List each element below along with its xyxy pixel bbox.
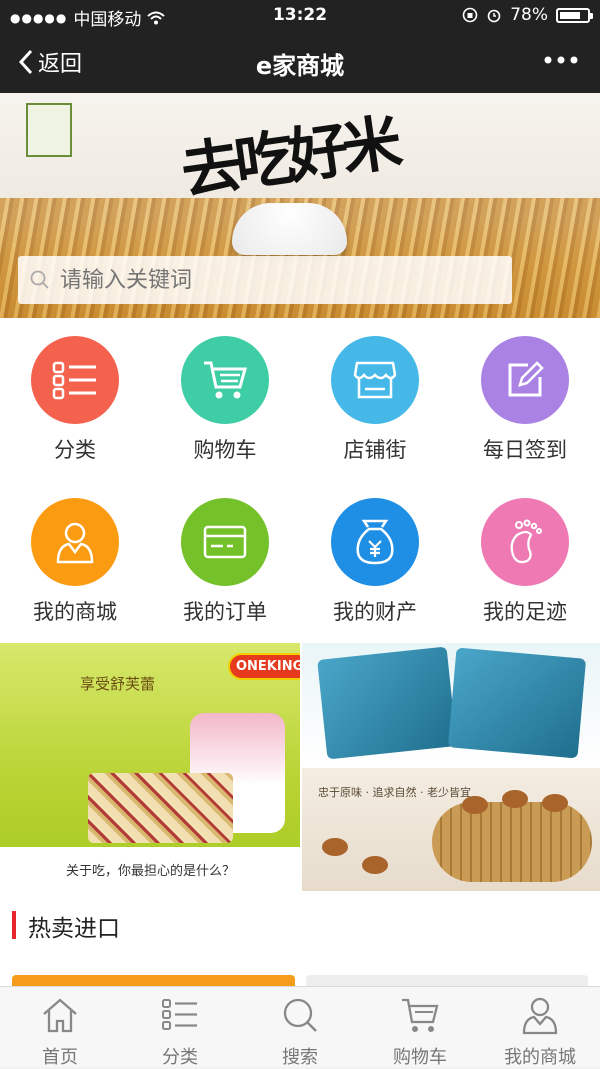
promo-banner-nuts[interactable]: 忠于原味 · 追求自然 · 老少皆宜	[302, 768, 600, 891]
promo-section: 享受舒芙蕾 ONEKING 关于吃，你最担心的是什么？ 忠于原味 · 追求自然 …	[0, 643, 600, 891]
rotation-lock-icon	[462, 7, 478, 23]
menu-item-my-assets[interactable]: 我的财产	[300, 498, 450, 626]
tab-cart[interactable]: 购物车	[360, 987, 480, 1068]
store-icon	[353, 361, 397, 399]
product-card[interactable]	[12, 975, 295, 986]
feature-menu: 分类 购物车 店铺街 每日签到 我的商城 我的订单 我的财产 我的足迹	[0, 318, 600, 643]
menu-item-my-footprints[interactable]: 我的足迹	[450, 498, 600, 626]
menu-item-store-street[interactable]: 店铺街	[300, 336, 450, 464]
cart-icon	[204, 361, 247, 399]
promo-slogan: 享受舒芙蕾	[80, 675, 156, 693]
user-icon	[56, 522, 94, 564]
tab-home[interactable]: 首页	[0, 987, 120, 1068]
footprint-icon	[510, 519, 542, 564]
nut-image	[502, 790, 528, 808]
menu-label: 我的财产	[333, 600, 417, 624]
nut-image	[542, 794, 568, 812]
checkin-circle	[481, 336, 569, 424]
menu-label: 分类	[54, 438, 96, 462]
menu-label: 我的订单	[183, 600, 267, 624]
my-mall-circle	[31, 498, 119, 586]
banner-calligraphy-image: 去吃好米	[176, 108, 401, 208]
tab-my-mall[interactable]: 我的商城	[480, 987, 600, 1068]
home-icon	[43, 998, 77, 1033]
nut-image	[322, 838, 348, 856]
search-input[interactable]	[58, 266, 462, 294]
status-bar: ●●●●● 中国移动 13:22 78%	[0, 0, 600, 30]
cart-circle	[181, 336, 269, 424]
promo-banner-snack-packs[interactable]	[302, 643, 600, 765]
tab-label: 搜索	[282, 1047, 318, 1068]
alarm-icon	[487, 9, 501, 23]
rice-bowl-image	[232, 203, 347, 255]
product-card[interactable]	[306, 975, 588, 986]
hot-imports-section: 热卖进口	[0, 891, 600, 986]
more-dots-icon	[544, 56, 578, 64]
battery-fill	[560, 11, 581, 19]
brand-logo	[26, 103, 72, 157]
menu-label: 每日签到	[483, 438, 567, 462]
nav-bar: 返回 e家商城	[0, 30, 600, 93]
promo-banner-oneking[interactable]: 享受舒芙蕾 ONEKING 关于吃，你最担心的是什么？	[0, 643, 300, 891]
user-icon	[522, 997, 558, 1035]
category-circle	[31, 336, 119, 424]
edit-icon	[508, 361, 544, 397]
tab-label: 首页	[42, 1047, 78, 1068]
search-bar[interactable]	[18, 256, 512, 304]
menu-label: 购物车	[193, 438, 257, 462]
tab-label: 分类	[162, 1047, 198, 1068]
search-icon	[30, 270, 49, 289]
nuts-caption: 忠于原味 · 追求自然 · 老少皆宜	[318, 786, 471, 799]
status-right: 78%	[462, 5, 593, 25]
list-icon	[52, 361, 96, 400]
battery-icon	[556, 7, 593, 23]
tab-label: 我的商城	[504, 1047, 576, 1068]
store-circle	[331, 336, 419, 424]
nuts-basket-image	[432, 802, 592, 882]
snack-pack-image	[447, 647, 587, 759]
list-icon	[162, 999, 197, 1030]
menu-item-my-orders[interactable]: 我的订单	[150, 498, 300, 626]
menu-label: 我的商城	[33, 600, 117, 624]
menu-item-my-mall[interactable]: 我的商城	[0, 498, 150, 626]
assets-circle	[331, 498, 419, 586]
nut-image	[462, 796, 488, 814]
tab-search[interactable]: 搜索	[240, 987, 360, 1068]
snack-pack-image	[317, 646, 457, 760]
menu-item-daily-checkin[interactable]: 每日签到	[450, 336, 600, 464]
cart-icon	[402, 998, 439, 1032]
menu-label: 我的足迹	[483, 600, 567, 624]
nut-image	[362, 856, 388, 874]
battery-percent: 78%	[510, 5, 548, 25]
snack-image	[88, 773, 233, 843]
tab-category[interactable]: 分类	[120, 987, 240, 1068]
section-title: 热卖进口	[28, 916, 120, 942]
tab-label: 购物车	[393, 1047, 447, 1068]
footprint-circle	[481, 498, 569, 586]
menu-item-category[interactable]: 分类	[0, 336, 150, 464]
card-icon	[203, 525, 247, 559]
orders-circle	[181, 498, 269, 586]
brand-badge: ONEKING	[228, 653, 300, 680]
bottom-tab-bar: 首页 分类 搜索 购物车 我的商城	[0, 986, 600, 1068]
page-title: e家商城	[255, 52, 345, 80]
money-bag-icon	[356, 519, 394, 565]
more-button[interactable]	[544, 45, 578, 70]
menu-item-cart[interactable]: 购物车	[150, 336, 300, 464]
promo-footer-text: 关于吃，你最担心的是什么？	[66, 864, 236, 879]
section-marker	[12, 911, 16, 939]
menu-label: 店铺街	[343, 438, 407, 462]
search-icon	[283, 998, 317, 1032]
